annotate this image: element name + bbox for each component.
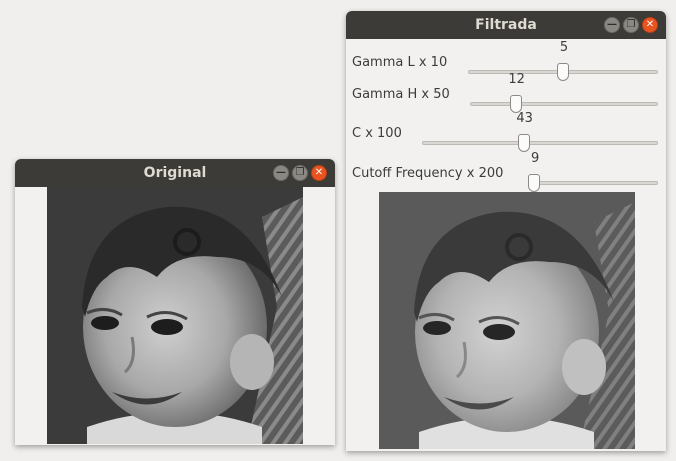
minimize-icon[interactable]: — <box>273 165 289 181</box>
slider-label: Cutoff Frequency x 200 <box>352 166 504 181</box>
original-content <box>15 187 335 445</box>
original-titlebar[interactable]: Original — ❐ ✕ <box>15 159 335 187</box>
filtered-photo <box>379 192 635 449</box>
slider-track[interactable]: 9 <box>528 151 658 192</box>
filtrada-window-title: Filtrada <box>475 17 537 33</box>
original-window-title: Original <box>143 165 207 181</box>
close-icon[interactable]: ✕ <box>642 17 658 33</box>
original-window: Original — ❐ ✕ <box>15 159 335 445</box>
filtrada-titlebar[interactable]: Filtrada — ❐ ✕ <box>346 11 666 39</box>
close-icon[interactable]: ✕ <box>311 165 327 181</box>
slider-label: C x 100 <box>352 126 402 141</box>
maximize-icon[interactable]: ❐ <box>292 165 308 181</box>
filtrada-window-controls: — ❐ ✕ <box>604 17 658 33</box>
original-photo <box>47 187 303 444</box>
slider-thumb[interactable]: 43 <box>516 111 533 152</box>
slider-label: Gamma H x 50 <box>352 87 450 102</box>
slider-track[interactable]: 43 <box>422 111 658 152</box>
original-window-controls: — ❐ ✕ <box>273 165 327 181</box>
slider-gamma-h: Gamma H x 50 12 <box>346 72 666 113</box>
slider-value: 43 <box>516 111 533 126</box>
slider-value: 12 <box>508 72 525 87</box>
slider-value: 5 <box>559 40 569 55</box>
slider-track[interactable]: 12 <box>470 72 658 113</box>
minimize-icon[interactable]: — <box>604 17 620 33</box>
slider-label: Gamma L x 10 <box>352 55 448 70</box>
slider-gamma-l: Gamma L x 10 5 <box>346 40 666 81</box>
slider-value: 9 <box>530 151 540 166</box>
maximize-icon[interactable]: ❐ <box>623 17 639 33</box>
slider-thumb[interactable]: 9 <box>528 151 541 192</box>
slider-c: C x 100 43 <box>346 111 666 152</box>
filtrada-content: Gamma L x 10 5 Gamma H x 50 12 C x 100 4… <box>346 39 666 451</box>
filtrada-window: Filtrada — ❐ ✕ Gamma L x 10 5 Gamma H x … <box>346 11 666 451</box>
slider-cutoff: Cutoff Frequency x 200 9 <box>346 151 666 192</box>
